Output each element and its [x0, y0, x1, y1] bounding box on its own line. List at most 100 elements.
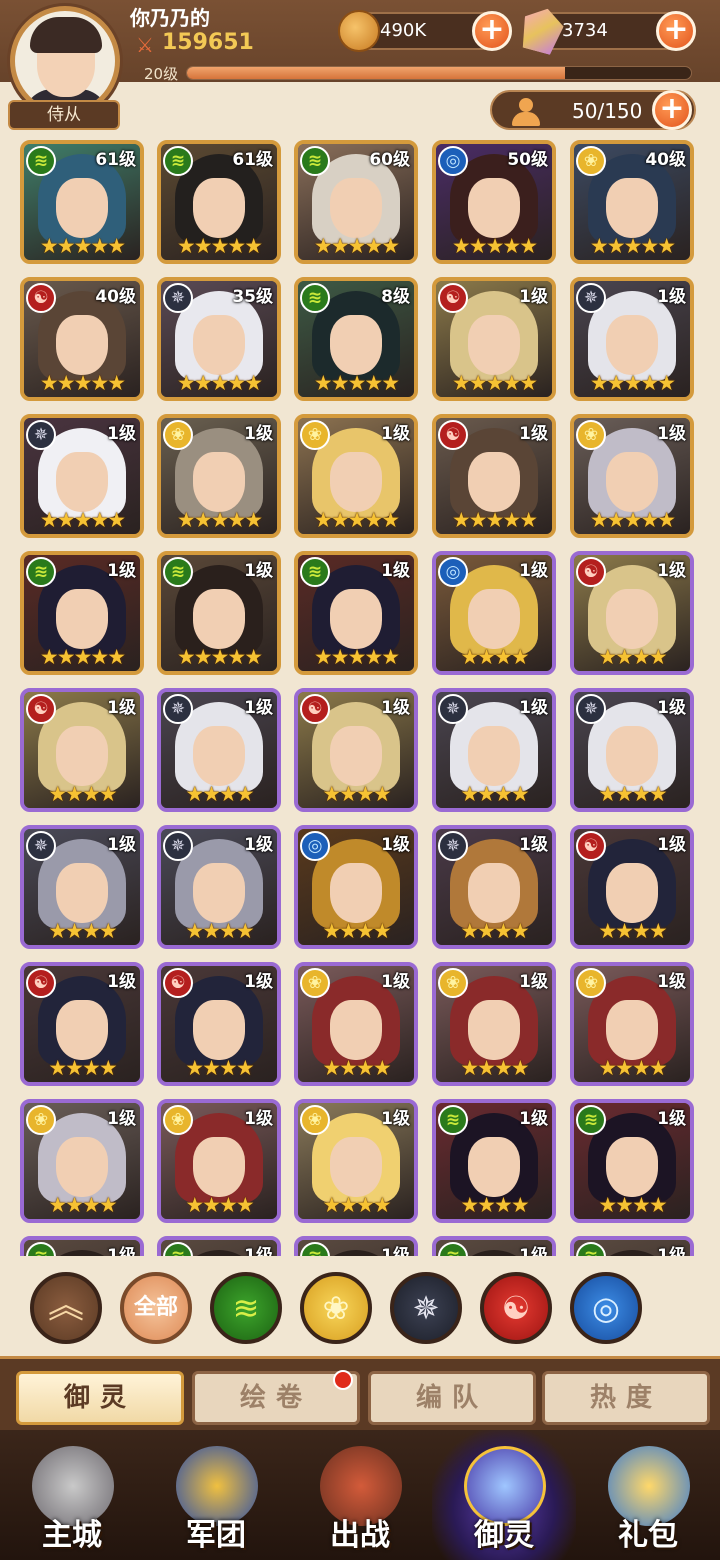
hero-card[interactable]: ≋1级★★★★ [432, 1099, 556, 1223]
hero-card[interactable]: ❀ 1级 ★★★★ [294, 1099, 418, 1223]
hero-card[interactable]: ≋1级★★★★ [20, 1236, 144, 1256]
hero-card[interactable]: ☯ 1级 ★★★★ [20, 688, 144, 812]
gold-faction-icon: ❀ [300, 420, 330, 450]
hero-card[interactable]: ❀ 40级 ★★★★★ [570, 140, 694, 264]
hero-card[interactable]: ≋1级★★★★ [294, 1236, 418, 1256]
hero-card[interactable]: ≋ 8级 ★★★★★ [294, 277, 418, 401]
filter-star-faction-icon[interactable]: ✵ [390, 1272, 462, 1344]
collapse-up-icon[interactable]: ︽ [30, 1272, 102, 1344]
filter-gold-faction-icon[interactable]: ❀ [300, 1272, 372, 1344]
hero-card[interactable]: ✵ 1级 ★★★★ [432, 688, 556, 812]
filter-all-button[interactable]: 全部 [120, 1272, 192, 1344]
hero-card[interactable]: ❀ 1级 ★★★★★ [570, 414, 694, 538]
tab-huijuan-label: 绘卷 [239, 1383, 312, 1413]
gold-resource: 490K + [338, 10, 512, 52]
hero-level: 1级 [519, 287, 548, 307]
hero-level: 1级 [381, 1109, 410, 1129]
hero-card[interactable]: ✵ 1级 ★★★★ [157, 688, 281, 812]
hero-star-rating: ★★★★★ [176, 371, 263, 395]
tab-yuling[interactable]: 御灵 [16, 1371, 184, 1425]
hero-card[interactable]: ≋ 1级 ★★★★★ [294, 551, 418, 675]
hero-card[interactable]: ☯ 1级 ★★★★ [570, 551, 694, 675]
tab-huijuan[interactable]: 绘卷 [192, 1370, 360, 1425]
hero-card[interactable]: ✵ 1级 ★★★★ [570, 688, 694, 812]
hero-card[interactable]: ❀ 1级 ★★★★ [570, 962, 694, 1086]
hero-star-rating: ★★★★ [460, 1193, 529, 1217]
nav-yuling[interactable]: 御灵 [432, 1430, 576, 1560]
nav-main-city[interactable]: 主城 [0, 1430, 144, 1560]
hero-level: 1级 [381, 561, 410, 581]
hero-card[interactable]: ≋1级★★★★ [570, 1236, 694, 1256]
nav-legion[interactable]: 军团 [144, 1430, 288, 1560]
hero-card[interactable]: ☯ 40级 ★★★★★ [20, 277, 144, 401]
nav-gift-pack[interactable]: 礼包 [576, 1430, 720, 1560]
hero-star-rating: ★★★★★ [451, 234, 538, 258]
hero-card[interactable]: ☯ 1级 ★★★★★ [432, 277, 556, 401]
star-faction-icon: ✵ [163, 283, 193, 313]
hero-portrait-face [606, 726, 658, 786]
hero-card[interactable]: ✵ 1级 ★★★★★ [20, 414, 144, 538]
hero-star-rating: ★★★★ [598, 645, 667, 669]
hero-card[interactable]: ☯ 1级 ★★★★ [20, 962, 144, 1086]
hero-portrait-face [606, 452, 658, 512]
hero-portrait-face [193, 1000, 245, 1060]
hero-card[interactable]: ☯ 1级 ★★★★ [570, 825, 694, 949]
hero-portrait-face [330, 178, 382, 238]
hero-card[interactable]: ≋ 1级 ★★★★★ [20, 551, 144, 675]
hero-star-rating: ★★★★★ [39, 645, 126, 669]
hero-portrait-face [56, 863, 108, 923]
hero-star-rating: ★★★★ [322, 782, 391, 806]
hero-card[interactable]: ◎ 1级 ★★★★ [432, 551, 556, 675]
hero-star-rating: ★★★★ [598, 1056, 667, 1080]
hero-card[interactable]: ≋ 1级 ★★★★★ [157, 551, 281, 675]
filter-red-faction-icon[interactable]: ☯ [480, 1272, 552, 1344]
tab-bianjdui[interactable]: 编队 [368, 1371, 536, 1425]
filter-green-faction-icon[interactable]: ≋ [210, 1272, 282, 1344]
green-faction-icon: ≋ [300, 283, 330, 313]
hero-card[interactable]: ✵ 1级 ★★★★ [157, 825, 281, 949]
star-faction-icon: ✵ [26, 420, 56, 450]
hero-card[interactable]: ☯ 1级 ★★★★★ [432, 414, 556, 538]
hero-card[interactable]: ☯ 1级 ★★★★ [157, 962, 281, 1086]
hero-card[interactable]: ≋1级★★★★ [570, 1099, 694, 1223]
hero-star-rating: ★★★★ [48, 1193, 117, 1217]
hero-level: 1级 [381, 972, 410, 992]
expand-capacity-button[interactable]: + [652, 90, 692, 130]
hero-card[interactable]: ≋ 60级 ★★★★★ [294, 140, 418, 264]
star-faction-icon: ✵ [26, 831, 56, 861]
player-title-badge: 侍从 [8, 100, 120, 130]
nav-main-city-label: 主城 [42, 1518, 102, 1553]
hero-star-rating: ★★★★ [460, 645, 529, 669]
hero-card[interactable]: ✵ 35级 ★★★★★ [157, 277, 281, 401]
nav-battle[interactable]: 出战 [288, 1430, 432, 1560]
hero-portrait-face [330, 315, 382, 375]
add-gems-button[interactable]: + [656, 11, 696, 51]
hero-card[interactable]: ≋ 61级 ★★★★★ [157, 140, 281, 264]
gold-faction-icon: ❀ [26, 1105, 56, 1135]
hero-card[interactable]: ❀ 1级 ★★★★★ [157, 414, 281, 538]
hero-card[interactable]: ✵ 1级 ★★★★ [20, 825, 144, 949]
hero-card[interactable]: ≋1级★★★★ [157, 1236, 281, 1256]
hero-portrait-face [193, 1137, 245, 1197]
tab-redu[interactable]: 热度 [542, 1371, 710, 1425]
hero-card[interactable]: ☯ 1级 ★★★★ [294, 688, 418, 812]
hero-card[interactable]: ❀ 1级 ★★★★★ [294, 414, 418, 538]
hero-card[interactable]: ❀ 1级 ★★★★ [432, 962, 556, 1086]
filter-blue-faction-icon[interactable]: ◎ [570, 1272, 642, 1344]
add-gold-button[interactable]: + [472, 11, 512, 51]
hero-card[interactable]: ❀ 1级 ★★★★ [20, 1099, 144, 1223]
hero-card[interactable]: ❀ 1级 ★★★★ [294, 962, 418, 1086]
hero-portrait-face [193, 178, 245, 238]
hero-card[interactable]: ✵ 1级 ★★★★ [432, 825, 556, 949]
hero-level: 1级 [244, 424, 273, 444]
hero-card[interactable]: ❀ 1级 ★★★★ [157, 1099, 281, 1223]
hero-card[interactable]: ≋ 61级 ★★★★★ [20, 140, 144, 264]
hero-star-rating: ★★★★★ [313, 234, 400, 258]
hero-card[interactable]: ✵ 1级 ★★★★★ [570, 277, 694, 401]
hero-card[interactable]: ≋1级★★★★ [432, 1236, 556, 1256]
hero-level: 1级 [519, 424, 548, 444]
hero-card[interactable]: ◎ 50级 ★★★★★ [432, 140, 556, 264]
hero-card[interactable]: ◎ 1级 ★★★★ [294, 825, 418, 949]
star-faction-icon: ✵ [438, 694, 468, 724]
hero-card-grid[interactable]: ≋ 61级 ★★★★★ ≋ 61级 ★★★★★ ≋ 60级 ★★★★★ ◎ 50级 ★★★★★ ❀ 40级… [0, 138, 720, 1256]
